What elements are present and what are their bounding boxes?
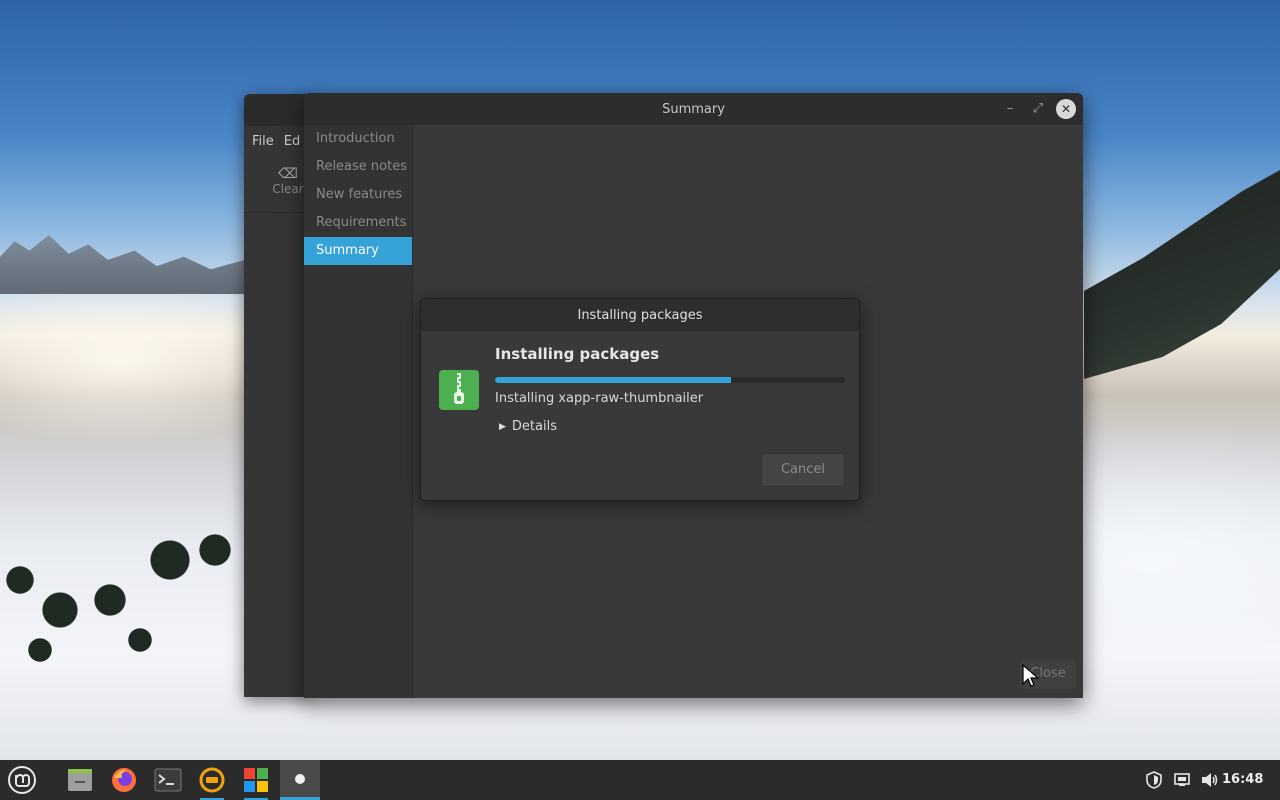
close-window-button[interactable]: ✕ [1056,99,1076,119]
terminal-icon [154,768,182,792]
volume-icon [1202,773,1218,787]
firefox-icon [112,768,136,792]
clear-button[interactable]: ⌫ Clear [268,166,308,196]
taskbar-clock[interactable]: 16:48 [1222,760,1263,800]
minimize-button[interactable]: – [1000,99,1020,119]
tray-volume[interactable] [1198,760,1222,800]
tray-network[interactable] [1170,760,1194,800]
sidebar-item-summary[interactable]: Summary [304,237,412,265]
package-archive-icon [439,370,479,410]
sidebar-item-introduction[interactable]: Introduction [304,125,412,153]
minimize-icon: – [1006,101,1014,116]
taskbar: 16:48 [0,760,1280,800]
sidebar-item-requirements[interactable]: Requirements [304,209,412,237]
file-manager-launcher[interactable] [60,760,100,800]
cancel-button[interactable]: Cancel [761,453,845,487]
wallpaper-mountains [0,235,245,294]
zipper-icon [454,373,464,404]
welcome-app-icon [295,773,305,784]
update-manager-icon [199,767,225,793]
install-progress-bar [495,377,845,383]
sidebar: Introduction Release notes New features … [304,125,413,698]
clear-button-label: Clear [272,182,304,196]
mint-menu-button[interactable] [2,760,42,800]
background-menubar: File Ed [252,134,310,149]
details-label: Details [511,419,557,434]
dialog-heading: Installing packages [495,345,660,363]
maximize-icon: ⤢ [1032,101,1044,116]
update-manager-task[interactable] [192,760,232,800]
close-icon: ✕ [1060,102,1072,116]
expander-arrow-icon: ▶ [499,421,506,432]
menu-edit[interactable]: Ed [284,134,300,149]
mint-menu-icon [8,766,36,794]
software-manager-icon [244,768,268,792]
progress-bar-fill [495,377,732,383]
firefox-launcher[interactable] [104,760,144,800]
wallpaper-trees [0,520,245,670]
window-title: Summary [662,101,725,117]
sidebar-item-release-notes[interactable]: Release notes [304,153,412,181]
shield-icon [1146,771,1162,789]
details-expander[interactable]: ▶ Details [499,419,557,434]
file-manager-icon [68,769,92,791]
network-icon [1174,773,1190,786]
sidebar-item-new-features[interactable]: New features [304,181,412,209]
wallpaper-forest-hill [1084,170,1280,379]
terminal-launcher[interactable] [148,760,188,800]
software-manager-task[interactable] [236,760,276,800]
maximize-button[interactable]: ⤢ [1028,99,1048,119]
tray-shield[interactable] [1142,760,1166,800]
dialog-title[interactable]: Installing packages [421,299,859,331]
window-titlebar[interactable]: Summary [304,93,1083,125]
menu-file[interactable]: File [252,134,274,149]
install-status-text: Installing xapp-raw-thumbnailer [495,391,704,406]
welcome-app-task[interactable] [280,760,320,800]
installing-packages-dialog: Installing packages Installing packages … [420,298,860,501]
backspace-icon: ⌫ [278,166,298,182]
mouse-pointer-icon [1022,664,1040,687]
